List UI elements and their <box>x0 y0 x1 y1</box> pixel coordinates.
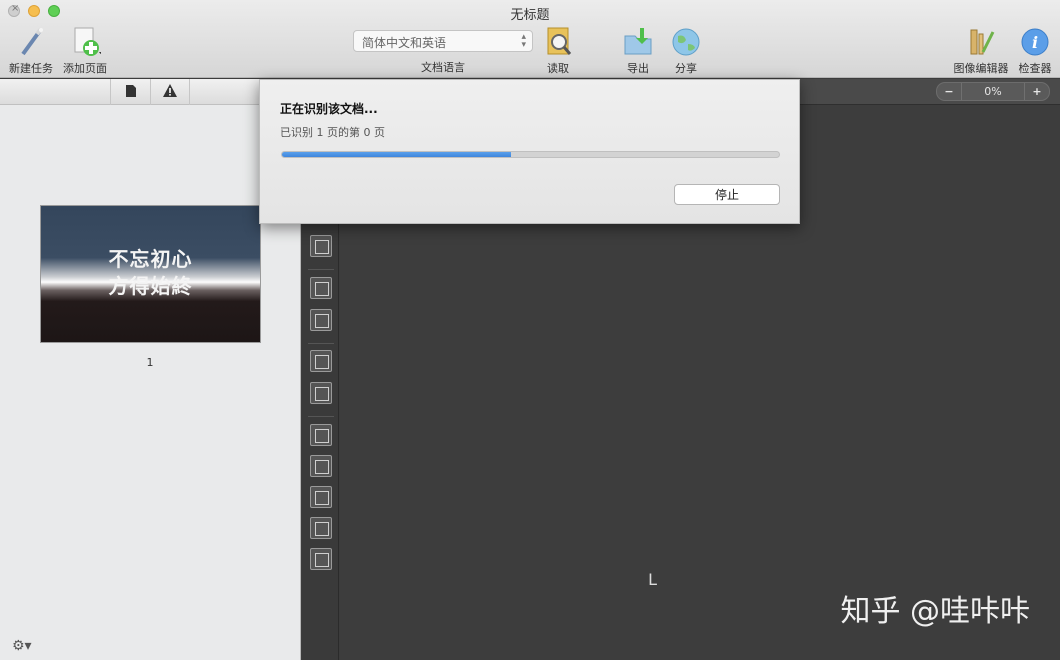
thumbnail-text-line1: 不忘初心 <box>108 247 193 271</box>
zoom-control: − 0% + <box>936 82 1050 101</box>
select-arrows-icon: ▴ ▾ <box>521 32 526 50</box>
stop-button[interactable]: 停止 <box>674 184 780 205</box>
select-arrow-icon[interactable] <box>310 277 332 299</box>
zoom-level[interactable]: 0% <box>961 83 1025 100</box>
page-sidebar: 不忘初心 方得始終 1 ⚙▾ <box>0 79 301 660</box>
split-cells-icon[interactable] <box>310 548 332 570</box>
toolbar: 无标题 新建任务 添加页面 简体中文和英语 ▴▾ 文档语言 读取 导出 分享 <box>0 0 1060 78</box>
dialog-status: 已识别 1 页的第 0 页 <box>280 126 385 139</box>
add-area-icon[interactable] <box>310 350 332 372</box>
tab-pages[interactable] <box>110 79 150 105</box>
thumbnail-text-line2: 方得始終 <box>108 274 193 298</box>
tool-divider <box>308 416 334 417</box>
progress-bar <box>281 151 780 158</box>
new-task-button[interactable]: 新建任务 <box>6 26 56 76</box>
zoom-in-button[interactable]: + <box>1025 85 1049 98</box>
warning-icon <box>163 84 177 100</box>
image-editor-button[interactable]: 图像编辑器 <box>952 26 1010 76</box>
recognition-progress-dialog: 正在识别该文档... 已识别 1 页的第 0 页 停止 <box>259 79 800 224</box>
page-thumbnail[interactable]: 不忘初心 方得始終 <box>40 205 261 343</box>
dialog-title: 正在识别该文档... <box>280 102 378 116</box>
document-language-label: 文档语言 <box>421 61 465 74</box>
page-number: 1 <box>146 356 154 369</box>
add-column-icon[interactable] <box>310 424 332 446</box>
zoom-out-button[interactable]: − <box>937 85 961 98</box>
share-globe-icon <box>670 26 708 58</box>
share-button[interactable]: 分享 <box>664 26 708 76</box>
add-row-icon[interactable] <box>310 455 332 477</box>
export-folder-icon <box>622 26 654 58</box>
read-magnifier-icon <box>542 26 574 58</box>
info-icon: i <box>1019 26 1051 58</box>
sidebar-tabs <box>0 79 300 105</box>
picture-area-tool[interactable] <box>310 235 332 257</box>
gear-icon[interactable]: ⚙▾ <box>12 638 32 654</box>
progress-bar-fill <box>282 152 511 157</box>
document-icon <box>125 84 137 101</box>
inspector-button[interactable]: i 检查器 <box>1014 26 1056 76</box>
watermark-text: 知乎 @哇咔咔 <box>840 594 1030 629</box>
magic-wand-icon <box>15 26 47 58</box>
delete-area-icon[interactable] <box>310 309 332 331</box>
tab-warnings[interactable] <box>150 79 190 105</box>
tool-divider <box>308 343 334 344</box>
tool-divider <box>308 269 334 270</box>
window-title: 无标题 <box>510 8 550 23</box>
merge-cells-icon[interactable] <box>310 517 332 539</box>
add-page-button[interactable]: 添加页面 <box>60 26 110 76</box>
svg-text:i: i <box>1032 33 1038 52</box>
add-page-icon <box>69 26 102 58</box>
subtract-area-icon[interactable] <box>310 382 332 404</box>
export-button[interactable]: 导出 <box>618 26 658 76</box>
read-button[interactable]: 读取 <box>538 26 578 76</box>
document-language-select[interactable]: 简体中文和英语 ▴ ▾ <box>353 30 533 52</box>
remove-separator-icon[interactable] <box>310 486 332 508</box>
canvas-corner-marker: L <box>648 570 658 589</box>
image-editor-icon <box>965 26 997 58</box>
